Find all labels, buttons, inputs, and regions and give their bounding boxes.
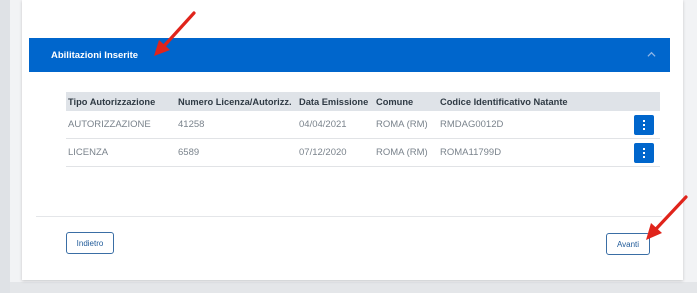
column-header-tipo: Tipo Autorizzazione [68,96,156,107]
panel-title: Abilitazioni Inserite [51,50,139,61]
left-sidebar-strip [0,0,10,293]
chevron-up-icon[interactable] [647,50,656,59]
cell-comune: ROMA (RM) [376,119,428,130]
cell-tipo: LICENZA [68,147,109,158]
more-vertical-icon [643,147,645,158]
cell-tipo: AUTORIZZAZIONE [68,119,151,130]
more-vertical-icon [643,119,645,130]
cell-data: 07/12/2020 [299,147,347,158]
annotation-arrow-icon [154,11,196,56]
accordion-header-abilitazioni[interactable]: Abilitazioni Inserite [29,38,670,72]
cell-comune: ROMA (RM) [376,147,428,158]
table-row: LICENZA 6589 07/12/2020 ROMA (RM) ROMA11… [66,139,660,167]
row-actions-button[interactable] [634,114,654,135]
cell-numero: 6589 [178,147,200,158]
cell-codice: ROMA11799D [440,147,502,158]
cell-numero: 41258 [178,119,205,130]
column-header-codice: Codice Identificativo Natante [440,96,568,107]
table-row: AUTORIZZAZIONE 41258 04/04/2021 ROMA (RM… [66,111,660,139]
annotation-arrow-icon [646,195,688,240]
cell-codice: RMDAG0012D [440,119,504,130]
row-actions-button[interactable] [634,142,654,163]
table-header: Tipo Autorizzazione Numero Licenza/Autor… [66,92,660,111]
column-header-comune: Comune [376,96,414,107]
cell-data: 04/04/2021 [299,119,347,130]
column-header-data: Data Emissione [299,96,369,107]
page-bottom-band [10,282,697,293]
abilitazioni-table: Tipo Autorizzazione Numero Licenza/Autor… [66,92,660,167]
footer-divider [36,216,662,217]
column-header-numero: Numero Licenza/Autorizz. [178,96,292,107]
back-button[interactable]: Indietro [66,232,114,254]
